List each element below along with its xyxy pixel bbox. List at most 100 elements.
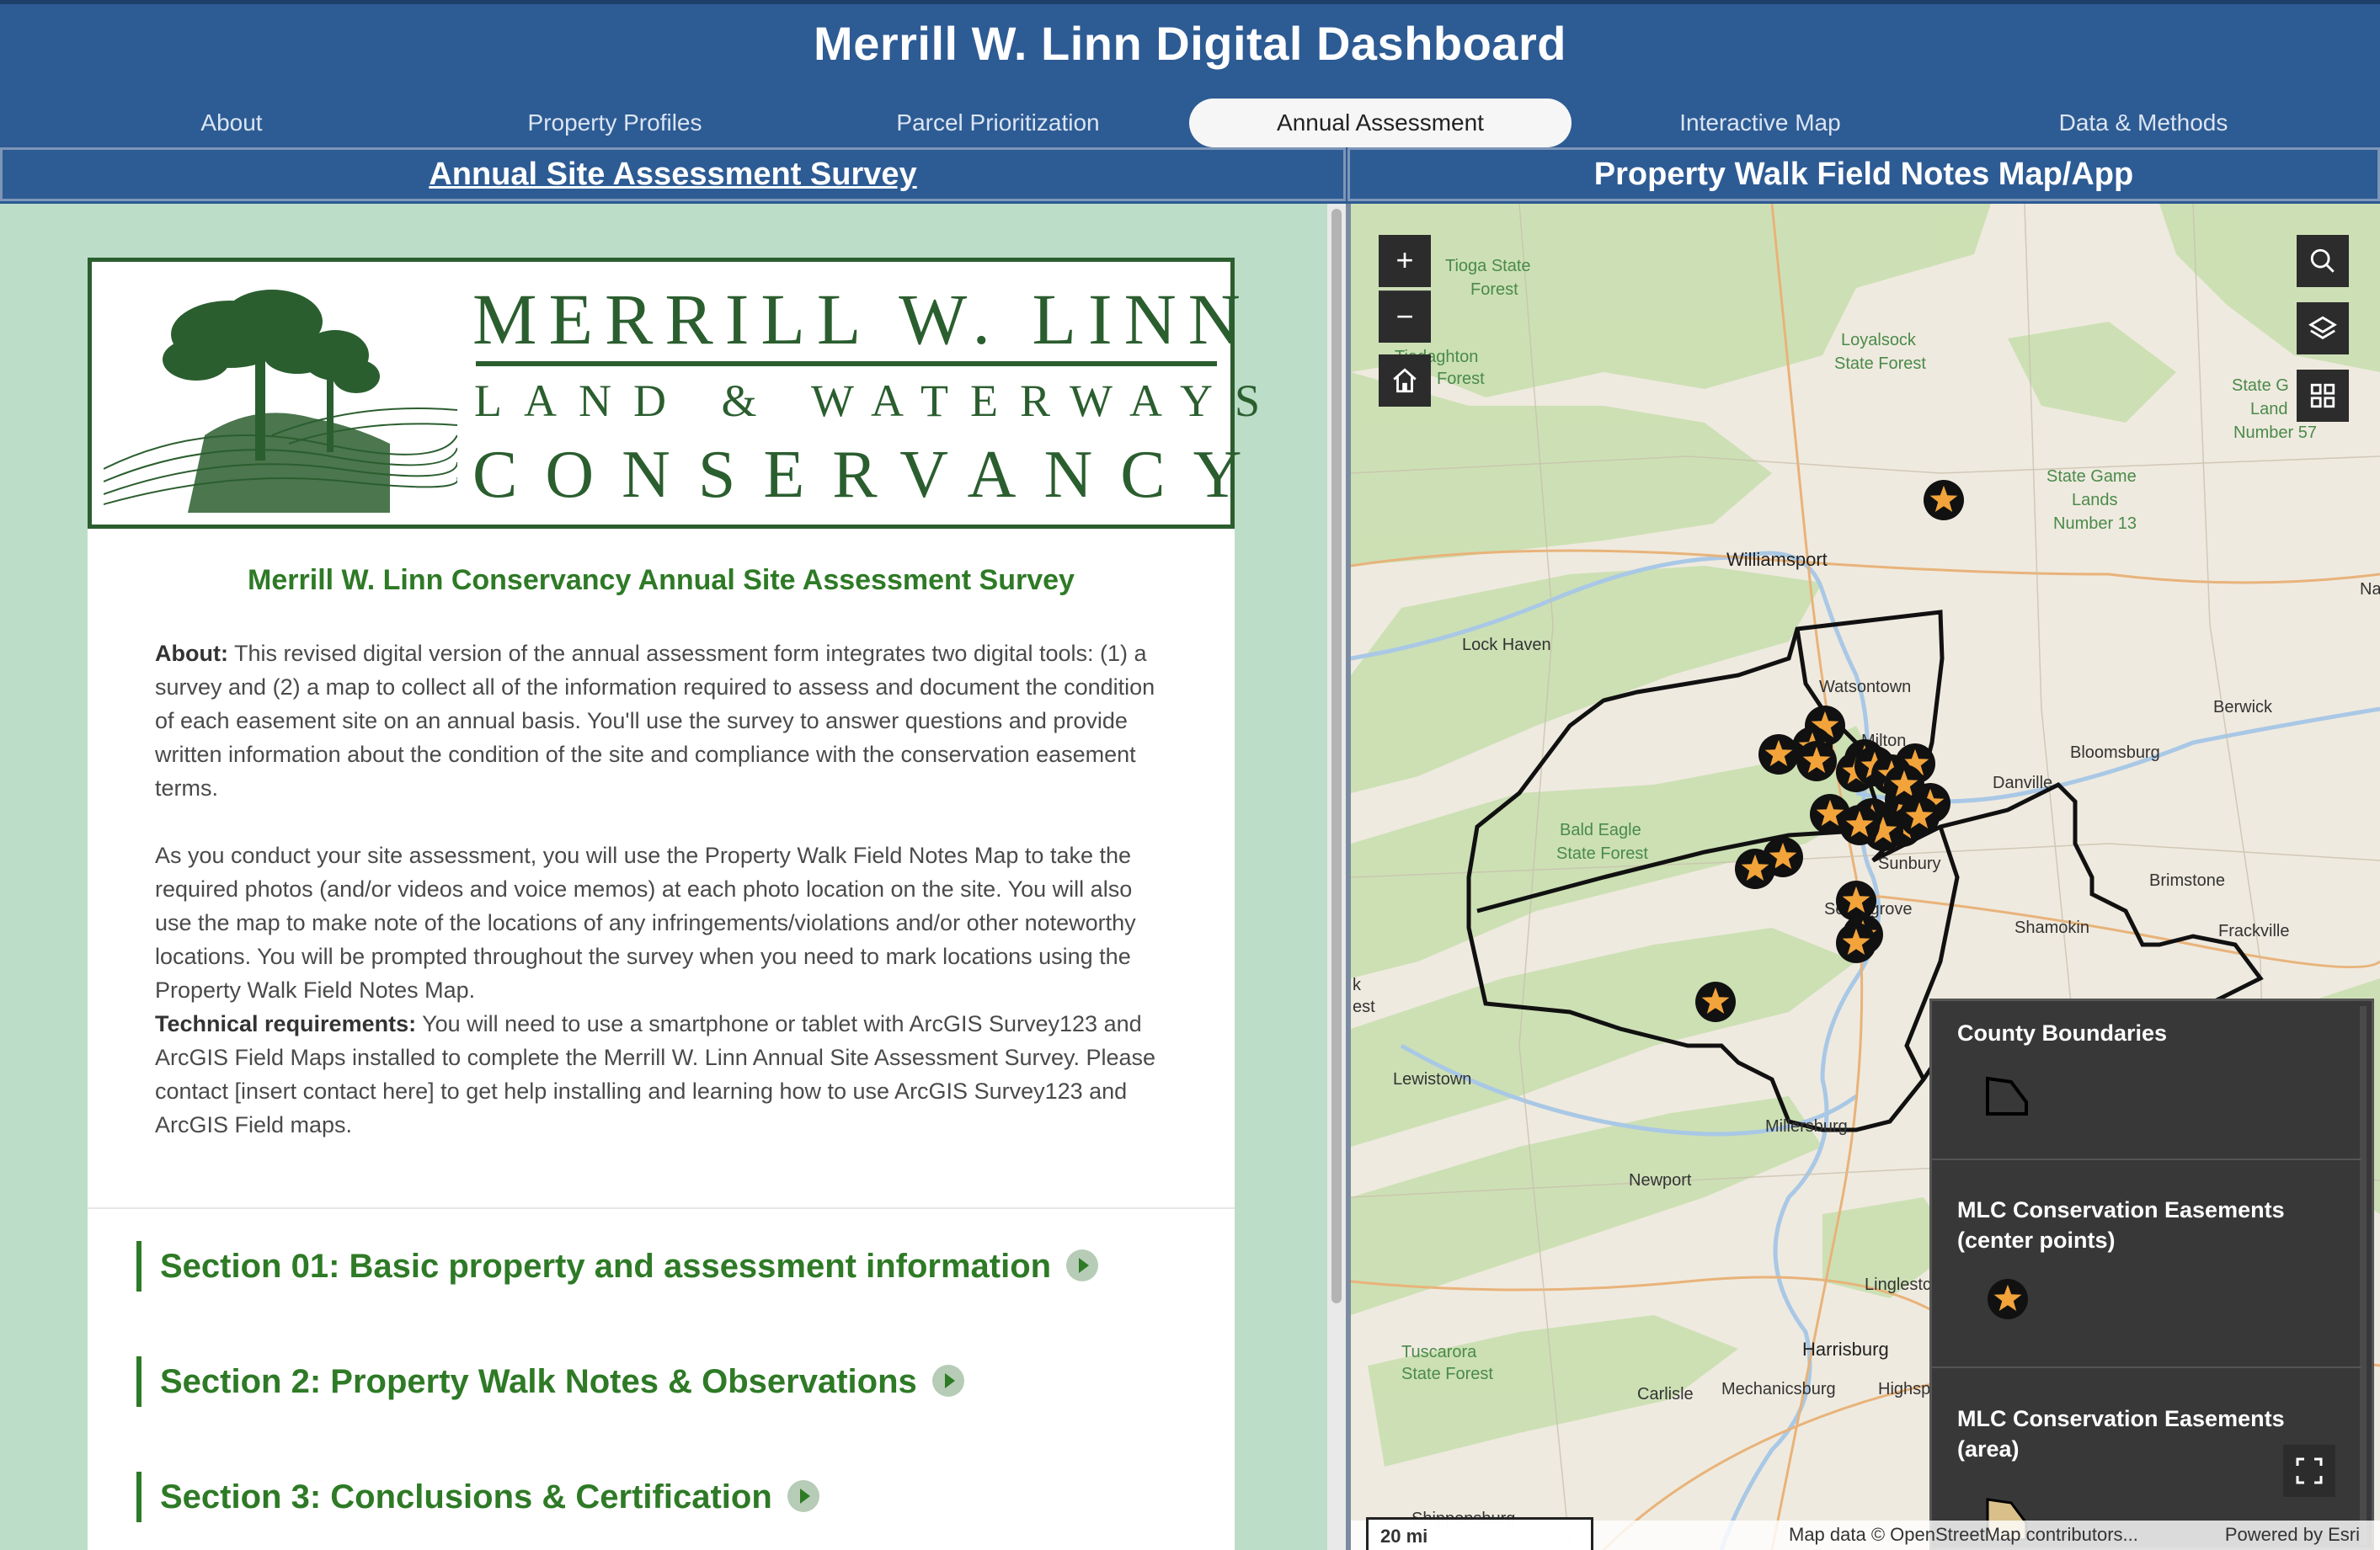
tab-parcel-prioritization[interactable]: Parcel Prioritization	[876, 99, 1120, 147]
section-3-link[interactable]: Section 3: Conclusions & Certification	[136, 1472, 819, 1522]
easement-marker[interactable]	[1988, 1279, 2028, 1319]
instructions-paragraph: As you conduct your site assessment, you…	[155, 843, 1136, 1003]
about-text: This revised digital version of the annu…	[155, 641, 1155, 801]
place-label: Williamsport	[1726, 549, 1828, 570]
easement-marker[interactable]	[1899, 796, 1940, 837]
place-label: Sunbury	[1878, 855, 1941, 873]
zoom-out-button[interactable]: −	[1379, 290, 1431, 343]
tree-landscape-icon	[104, 275, 457, 513]
conservancy-logo: MERRILL W. LINN LAND & WATERWAYS CONSERV…	[88, 258, 1260, 529]
easement-marker[interactable]	[1836, 923, 1876, 963]
easement-marker[interactable]	[1839, 805, 1880, 845]
tab-about[interactable]: About	[126, 99, 337, 147]
place-label: Harrisburg	[1802, 1339, 1889, 1360]
section-2-label: Section 2: Property Walk Notes & Observa…	[160, 1363, 917, 1400]
place-label: State Game	[2046, 467, 2137, 486]
tab-property-profiles[interactable]: Property Profiles	[505, 99, 724, 147]
scrollbar-thumb[interactable]	[1331, 209, 1342, 1303]
polygon-outline-icon	[1986, 1076, 2028, 1116]
home-icon	[1393, 368, 1417, 393]
section-01-label: Section 01: Basic property and assessmen…	[160, 1248, 1052, 1285]
zoom-in-button[interactable]: +	[1379, 235, 1431, 287]
section-2-link[interactable]: Section 2: Property Walk Notes & Observa…	[136, 1356, 964, 1407]
app-title: Merrill W. Linn Digital Dashboard	[814, 17, 1566, 70]
place-label: Millersburg	[1765, 1117, 1848, 1136]
place-label: State Forest	[1556, 844, 1648, 863]
place-label: Linglestc	[1865, 1276, 1931, 1294]
map-attribution[interactable]: Map data © OpenStreetMap contributors...	[1789, 1524, 2138, 1546]
place-label: State G	[2232, 376, 2289, 395]
place-label: k	[1353, 976, 1362, 994]
easement-marker[interactable]	[1796, 741, 1837, 781]
place-label: Tioga State	[1445, 257, 1531, 275]
legend-easement-area: MLC Conservation Easements (area)	[1957, 1406, 2285, 1462]
place-label: Highsp	[1878, 1380, 1930, 1398]
place-label: Newport	[1629, 1171, 1692, 1190]
logo-line-2: LAND & WATERWAYS	[474, 376, 1283, 426]
logo-line-1: MERRILL W. LINN	[472, 279, 1252, 360]
section-01-link[interactable]: Section 01: Basic property and assessmen…	[136, 1241, 1099, 1292]
place-label: Na	[2360, 580, 2380, 599]
logo-line-3: CONSERVANCY	[472, 438, 1270, 512]
place-label: Watsontown	[1819, 678, 1911, 696]
scale-bar: 20 mi	[1366, 1517, 1593, 1550]
tab-data-methods[interactable]: Data & Methods	[2021, 99, 2265, 147]
place-label: Berwick	[2213, 698, 2273, 716]
place-label: est	[1353, 998, 1375, 1016]
place-label: Number 13	[2053, 514, 2137, 533]
survey-panel: MERRILL W. LINN LAND & WATERWAYS CONSERV…	[0, 204, 1327, 1550]
tab-annual-assessment[interactable]: Annual Assessment	[1189, 99, 1572, 147]
survey-title: Merrill W. Linn Conservancy Annual Site …	[248, 564, 1075, 596]
legend-scrollbar[interactable]	[2360, 1006, 2367, 1545]
card-divider	[88, 1207, 1235, 1209]
place-label: Brimstone	[2149, 871, 2225, 890]
place-label: Frackville	[2218, 922, 2289, 940]
place-label: State Forest	[1401, 1365, 1493, 1383]
tech-requirements-paragraph: Technical requirements: You will need to…	[155, 1007, 1166, 1142]
place-label: Lewistown	[1393, 1070, 1471, 1089]
place-label: Bloomsburg	[2070, 743, 2160, 762]
about-label: About:	[155, 641, 228, 666]
map-panel-heading: Property Walk Field Notes Map/App	[1347, 147, 2380, 201]
easement-marker[interactable]	[1735, 849, 1775, 889]
tech-label: Technical requirements:	[155, 1011, 417, 1036]
place-label: Bald Eagle	[1560, 821, 1641, 839]
easement-marker[interactable]	[1758, 734, 1799, 775]
place-label: Number 57	[2233, 423, 2317, 442]
legend-divider	[1932, 1366, 2361, 1368]
powered-by-esri[interactable]: Powered by Esri	[2225, 1524, 2360, 1546]
easement-marker[interactable]	[1924, 480, 1964, 520]
place-label: Lands	[2072, 491, 2118, 509]
survey-panel-heading[interactable]: Annual Site Assessment Survey	[0, 147, 1346, 201]
survey-card: MERRILL W. LINN LAND & WATERWAYS CONSERV…	[88, 258, 1260, 1550]
fullscreen-icon	[2296, 1457, 2323, 1484]
grid-icon	[2310, 383, 2335, 408]
search-icon	[2310, 248, 2335, 273]
app-header: Merrill W. Linn Digital Dashboard About …	[0, 0, 2380, 147]
search-button[interactable]	[2297, 235, 2349, 287]
survey-scrollbar[interactable]	[1327, 204, 1346, 1550]
place-label: Mechanicsburg	[1721, 1380, 1836, 1398]
easement-marker[interactable]	[1836, 881, 1876, 921]
tab-bar: About Property Profiles Parcel Prioritiz…	[0, 99, 2380, 147]
place-label: Land	[2250, 400, 2288, 418]
legend-easement-points: MLC Conservation Easements (center point…	[1957, 1197, 2285, 1253]
expand-arrow-icon	[1066, 1249, 1099, 1282]
place-label: Forest	[1470, 280, 1518, 299]
home-button[interactable]	[1379, 354, 1431, 407]
place-label: Forest	[1437, 370, 1485, 388]
tab-interactive-map[interactable]: Interactive Map	[1651, 99, 1870, 147]
place-label: Shamokin	[2014, 919, 2089, 937]
fullscreen-button[interactable]	[2283, 1445, 2335, 1497]
easement-marker[interactable]	[1695, 982, 1736, 1022]
expand-arrow-icon	[931, 1365, 964, 1398]
expand-arrow-icon	[787, 1480, 819, 1513]
map-view[interactable]: Tioga State Forest Loyalsock State Fores…	[1351, 204, 2380, 1550]
layers-button[interactable]	[2297, 302, 2349, 354]
place-label: State Forest	[1834, 354, 1926, 373]
place-label: Tuscarora	[1401, 1343, 1477, 1361]
basemap-gallery-button[interactable]	[2297, 370, 2349, 422]
legend-divider	[1932, 1159, 2361, 1160]
place-label: Lock Haven	[1462, 636, 1551, 654]
layers-icon	[2308, 316, 2337, 339]
